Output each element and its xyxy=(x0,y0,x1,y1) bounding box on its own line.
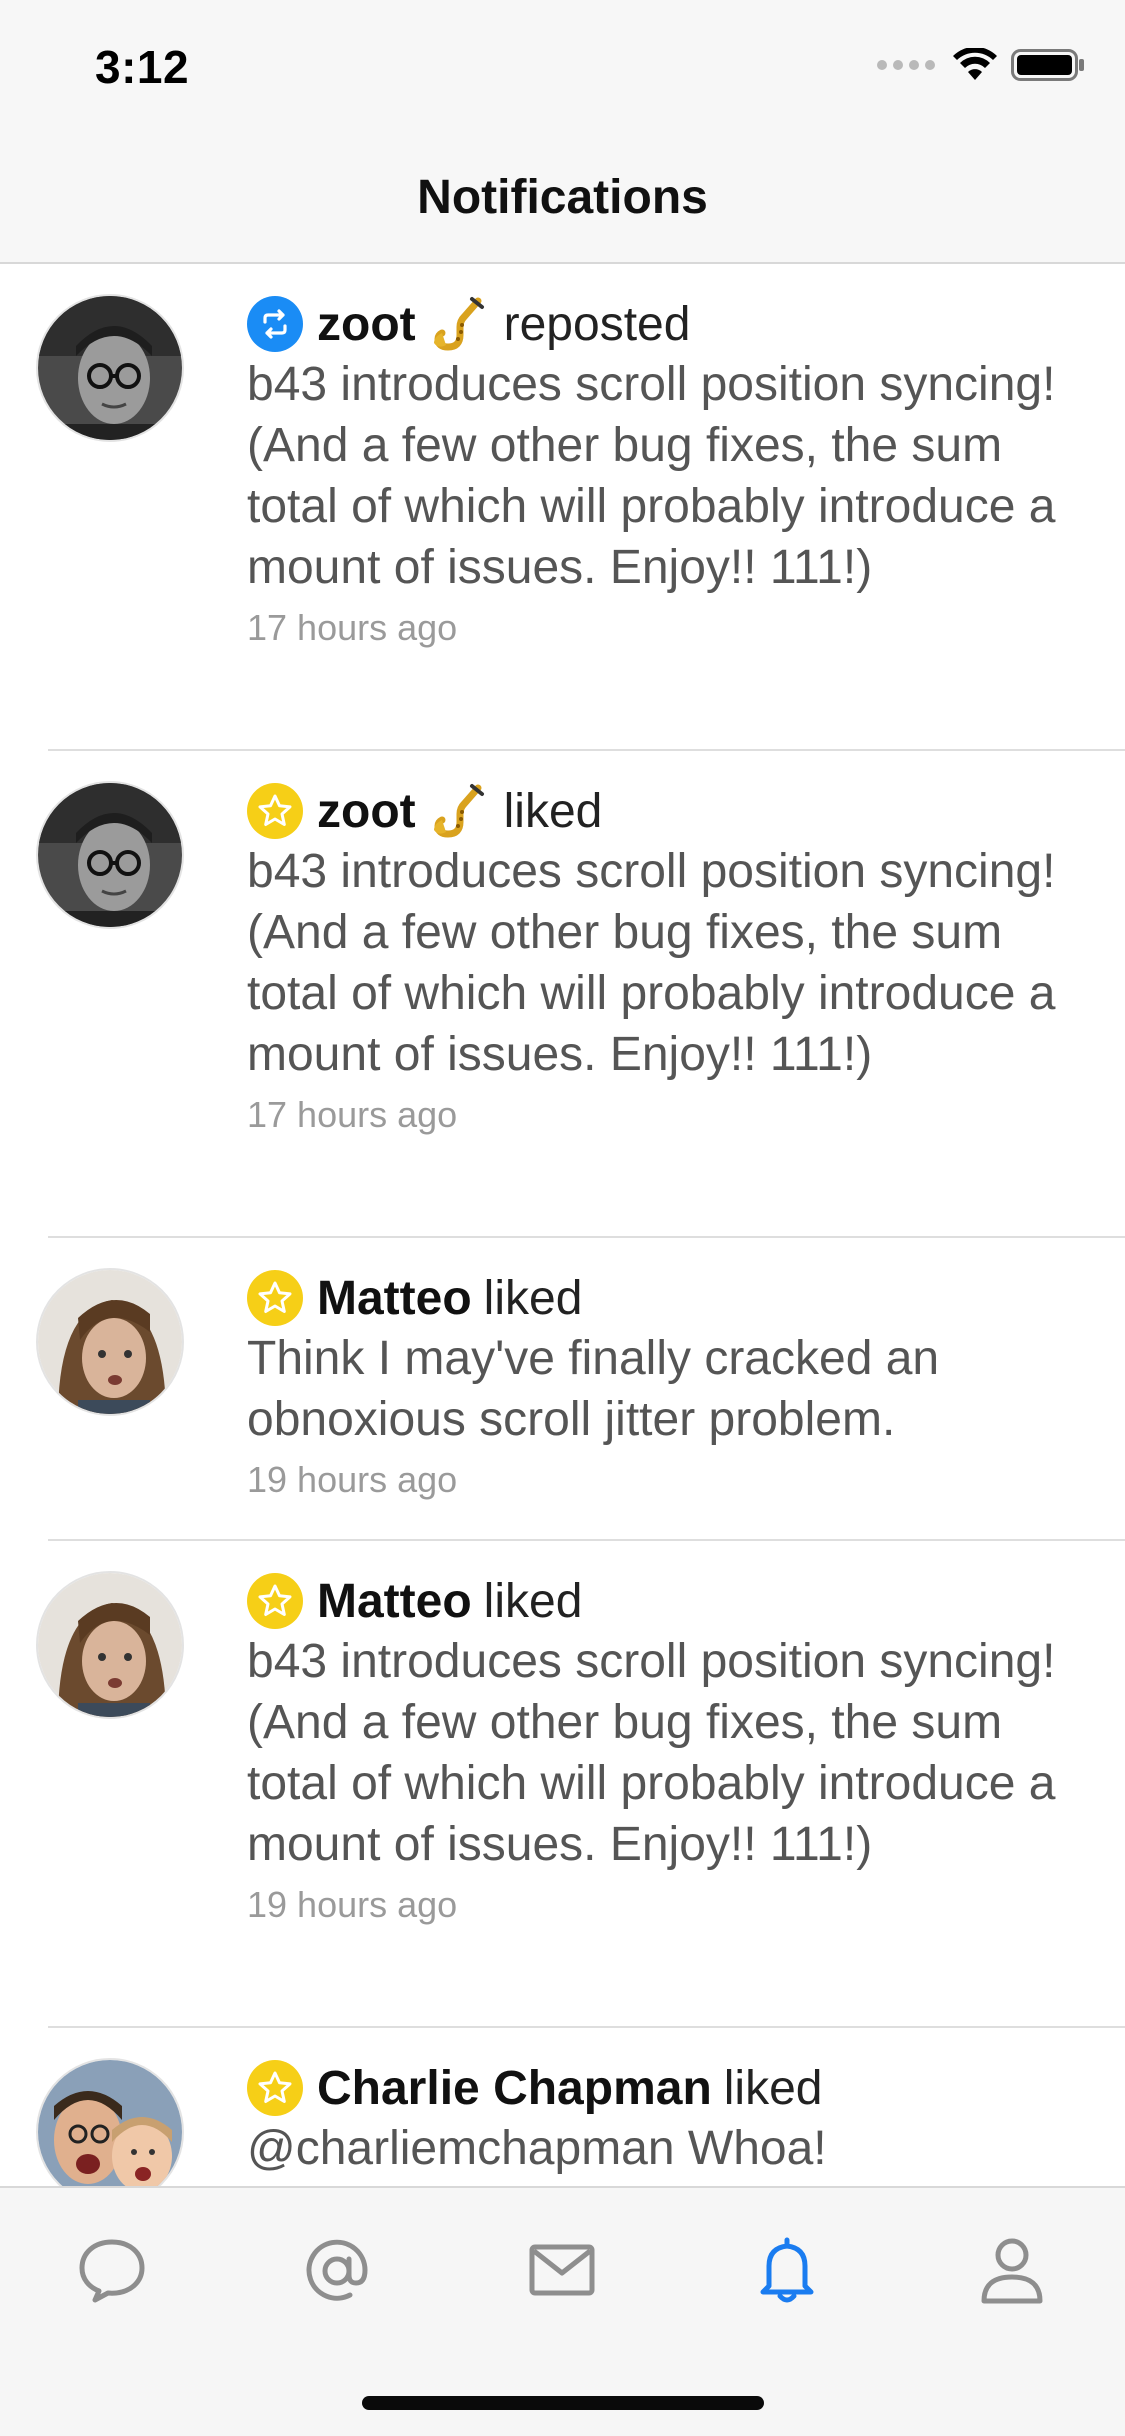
repost-icon xyxy=(247,296,303,352)
notification-item[interactable]: zoot reposted b43 introduces scroll posi… xyxy=(36,264,1125,751)
timestamp: 17 hours ago xyxy=(247,607,458,648)
avatar[interactable] xyxy=(36,1268,184,1416)
notification-item[interactable]: zoot liked b43 introduces scroll positio… xyxy=(36,751,1125,1238)
notifications-screen: 3:12 Notifications zoot reposted b43 int… xyxy=(0,0,1125,2436)
post-text: b43 introduces scroll position syncing! … xyxy=(247,845,1056,1081)
cellular-signal-icon xyxy=(877,60,935,70)
timestamp: 19 hours ago xyxy=(247,1459,458,1500)
star-icon xyxy=(247,1573,303,1629)
avatar[interactable] xyxy=(36,781,184,929)
user-name[interactable]: zoot xyxy=(317,297,416,352)
home-indicator[interactable] xyxy=(362,2396,764,2410)
page-title: Notifications xyxy=(417,171,708,224)
tab-notifications[interactable] xyxy=(747,2230,827,2310)
notification-item[interactable]: Matteo liked b43 introduces scroll posit… xyxy=(36,1541,1125,2028)
tab-mentions[interactable] xyxy=(297,2230,377,2310)
notification-headline: Charlie Chapman liked xyxy=(247,2058,1095,2118)
notification-action: liked xyxy=(483,1271,583,1325)
avatar[interactable] xyxy=(36,294,184,442)
wifi-icon xyxy=(953,48,997,80)
envelope-icon xyxy=(529,2244,595,2296)
status-time: 3:12 xyxy=(95,41,190,93)
star-icon xyxy=(247,783,303,839)
status-bar: 3:12 xyxy=(0,0,1125,132)
saxophone-icon xyxy=(428,782,486,840)
tab-stream[interactable] xyxy=(72,2230,152,2310)
chat-bubble-icon xyxy=(79,2239,145,2303)
battery-icon xyxy=(1011,49,1084,81)
status-indicators xyxy=(877,48,1085,82)
notification-action: liked xyxy=(723,2061,823,2115)
avatar[interactable] xyxy=(36,2058,184,2186)
post-text: Think I may've finally cracked an obnoxi… xyxy=(247,1332,940,1446)
navigation-bar: Notifications xyxy=(0,132,1125,264)
star-icon xyxy=(247,2060,303,2116)
tab-profile[interactable] xyxy=(972,2230,1052,2310)
user-name[interactable]: Matteo xyxy=(317,1574,472,1629)
notification-action: liked xyxy=(503,784,603,838)
notification-item[interactable]: Matteo liked Think I may've finally crac… xyxy=(36,1238,1125,1541)
timestamp: 17 hours ago xyxy=(247,1094,458,1135)
notification-item[interactable]: Charlie Chapman liked @charliemchapman W… xyxy=(36,2028,1125,2186)
post-text: @charliemchapman Whoa! xyxy=(247,2122,827,2175)
user-name[interactable]: Matteo xyxy=(317,1271,472,1326)
notification-headline: zoot reposted xyxy=(247,294,1095,354)
post-text: b43 introduces scroll position syncing! … xyxy=(247,358,1056,594)
notification-action: reposted xyxy=(503,297,691,351)
bell-icon xyxy=(760,2237,814,2303)
timestamp: 19 hours ago xyxy=(247,1884,458,1925)
tab-messages[interactable] xyxy=(522,2230,602,2310)
star-icon xyxy=(247,1270,303,1326)
saxophone-icon xyxy=(428,295,486,353)
notification-headline: Matteo liked xyxy=(247,1571,1095,1631)
post-text: b43 introduces scroll position syncing! … xyxy=(247,1635,1056,1871)
notification-headline: Matteo liked xyxy=(247,1268,1095,1328)
notification-action: liked xyxy=(483,1574,583,1628)
avatar[interactable] xyxy=(36,1571,184,1719)
notification-headline: zoot liked xyxy=(247,781,1095,841)
notifications-list[interactable]: zoot reposted b43 introduces scroll posi… xyxy=(0,264,1125,2186)
at-sign-icon xyxy=(306,2239,368,2301)
user-name[interactable]: Charlie Chapman xyxy=(317,2061,712,2116)
user-name[interactable]: zoot xyxy=(317,784,416,839)
person-icon xyxy=(981,2238,1043,2304)
